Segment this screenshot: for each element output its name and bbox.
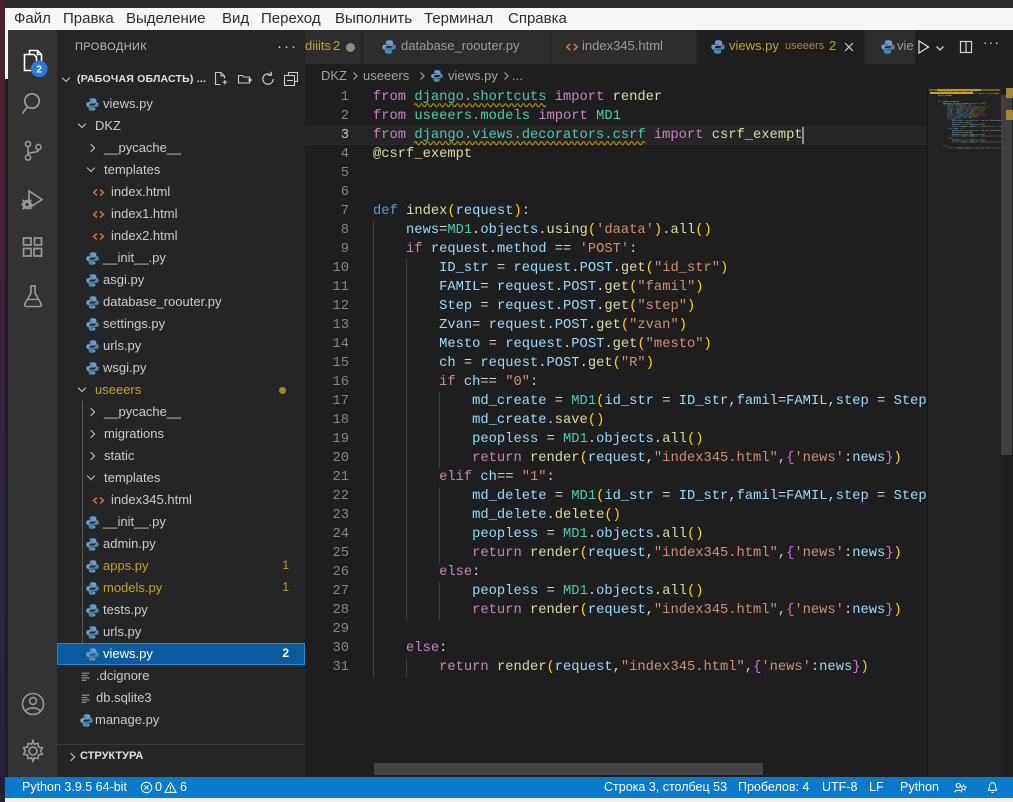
- svg-text:2: 2: [36, 65, 42, 76]
